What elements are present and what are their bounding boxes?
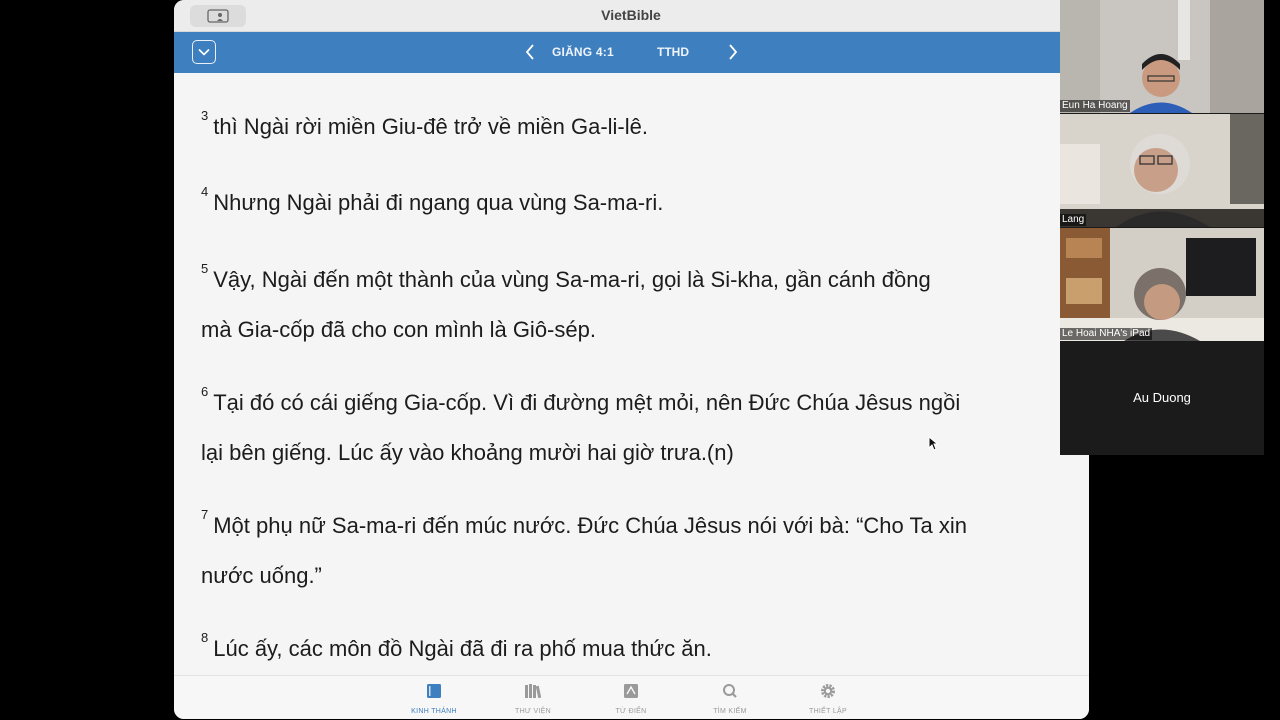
participant-name: Au Duong: [1133, 390, 1191, 405]
verse: 5 Vậy, Ngài đến một thành của vùng Sa-ma-…: [201, 244, 1081, 355]
verse: 6 Tại đó có cái giếng Gia-cốp. Vì đi đườn…: [201, 367, 1081, 478]
verse: 8 Lúc ấy, các môn đồ Ngài đã đi ra phố mu…: [201, 613, 1081, 674]
video-tile[interactable]: Au Duong: [1060, 342, 1264, 455]
search-icon: [723, 684, 737, 698]
tab-bar: KINH THÁNH THƯ VIỆN TỪ ĐIỂN TÌM KIẾM THI…: [174, 675, 1089, 719]
tab-label: TỪ ĐIỂN: [615, 708, 647, 715]
participant-name: Le Hoai NHA's iPad: [1060, 328, 1153, 340]
title-bar: VietBible: [174, 0, 1089, 32]
participant-name: Eun Ha Hoang: [1060, 100, 1130, 112]
video-gallery: Eun Ha Hoang Lang Le Hoai NHA's iPad Au …: [1060, 0, 1264, 455]
verse-text: thì Ngài rời miền Giu-đê trở về miền Ga-…: [213, 114, 648, 139]
previous-chapter-button[interactable]: [522, 41, 538, 63]
tab-tu-dien[interactable]: TỪ ĐIỂN: [591, 682, 671, 718]
verse: 3 thì Ngài rời miền Giu-đê trở về miền Ga…: [201, 91, 1081, 152]
participant-video: [1060, 228, 1264, 341]
video-tile[interactable]: Le Hoai NHA's iPad: [1060, 228, 1264, 341]
verse: 4 Nhưng Ngài phải đi ngang qua vùng Sa-ma…: [201, 167, 1081, 228]
gear-icon: [821, 684, 835, 698]
verse-number: 8: [201, 630, 209, 645]
tab-label: KINH THÁNH: [411, 708, 457, 715]
verse-text: Tại đó có cái giếng Gia-cốp. Vì đi đường…: [213, 390, 961, 415]
verse-text-continued: lại bên giếng. Lúc ấy vào khoảng mười ha…: [201, 440, 734, 465]
next-chapter-button[interactable]: [725, 41, 741, 63]
scripture-content[interactable]: 3 thì Ngài rời miền Giu-đê trở về miền Ga…: [174, 73, 1089, 675]
verse-text: Một phụ nữ Sa-ma-ri đến múc nước. Đức Ch…: [213, 513, 967, 538]
verse-text-continued: nước uống.”: [201, 563, 322, 588]
verse-number: 6: [201, 384, 209, 399]
participant-video: [1060, 0, 1264, 113]
verse-number: 4: [201, 184, 209, 199]
window-title: VietBible: [601, 7, 661, 23]
verse-number: 7: [201, 507, 209, 522]
video-tile[interactable]: Lang: [1060, 114, 1264, 227]
video-tile[interactable]: Eun Ha Hoang: [1060, 0, 1264, 113]
tab-label: THIẾT LẬP: [809, 708, 847, 715]
participant-video: [1060, 114, 1264, 227]
tab-label: TÌM KIẾM: [713, 708, 747, 715]
verse-number: 3: [201, 108, 209, 123]
navigation-bar: GIĂNG 4:1 TTHD: [174, 32, 1089, 73]
verse: 7 Một phụ nữ Sa-ma-ri đến múc nước. Đức C…: [201, 490, 1081, 601]
verse-text: Nhưng Ngài phải đi ngang qua vùng Sa-ma-…: [213, 190, 664, 215]
bible-version[interactable]: TTHD: [657, 45, 689, 59]
dictionary-icon: [624, 684, 638, 698]
library-icon: [525, 684, 542, 699]
verse-text: Vậy, Ngài đến một thành của vùng Sa-ma-r…: [213, 267, 931, 292]
book-icon: [427, 684, 441, 698]
chevron-left-icon: [525, 44, 534, 60]
participant-name: Lang: [1060, 214, 1087, 226]
tab-thiet-lap[interactable]: THIẾT LẬP: [788, 682, 868, 718]
chevron-right-icon: [729, 44, 738, 60]
tab-label: THƯ VIỆN: [515, 708, 551, 715]
chapter-reference[interactable]: GIĂNG 4:1: [552, 45, 614, 59]
tab-tim-kiem[interactable]: TÌM KIẾM: [690, 682, 770, 718]
chevron-down-icon: [198, 48, 210, 56]
app-window: VietBible GIĂNG 4:1 TTHD 3 thì Ngài rời m…: [174, 0, 1089, 719]
tab-thu-vien[interactable]: THƯ VIỆN: [493, 682, 573, 718]
tab-kinh-thanh[interactable]: KINH THÁNH: [394, 682, 474, 718]
verse-number: 5: [201, 261, 209, 276]
verse-text: Lúc ấy, các môn đồ Ngài đã đi ra phố mua…: [213, 636, 712, 661]
book-menu-button[interactable]: [192, 40, 216, 64]
verse-text-continued: mà Gia-cốp đã cho con mình là Giô-sép.: [201, 317, 596, 342]
pointer-icon: [928, 435, 939, 451]
